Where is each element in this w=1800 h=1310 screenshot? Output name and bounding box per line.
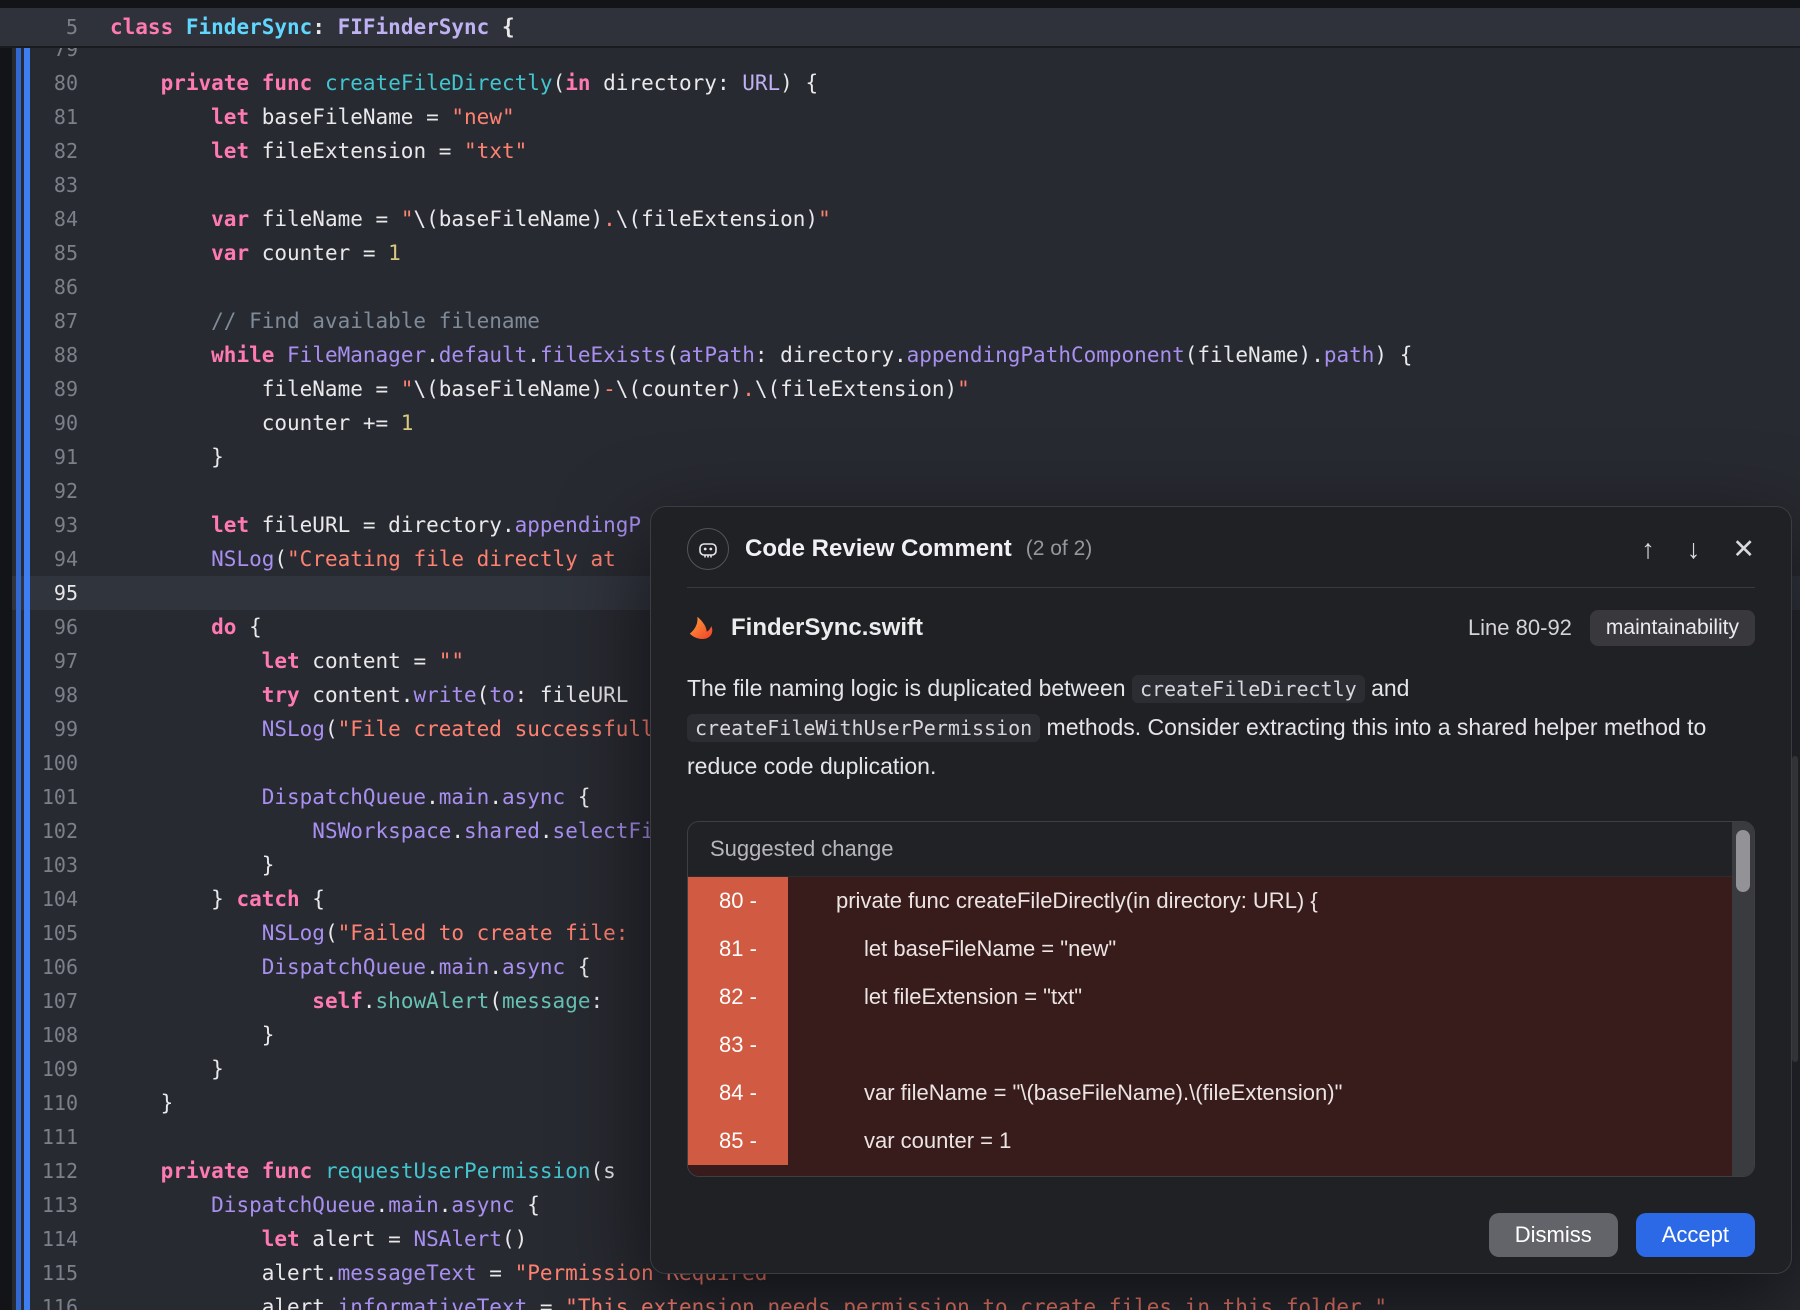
change-indicator-bar: [16, 46, 21, 1310]
code-text: private func createFileDirectly(in direc…: [78, 66, 818, 100]
code-text: self.showAlert(message:: [78, 984, 616, 1018]
code-text: counter += 1: [78, 406, 413, 440]
code-text: try content.write(to: fileURL: [78, 678, 628, 712]
file-name: FinderSync.swift: [731, 614, 923, 642]
diff-deleted-line: 80 -private func createFileDirectly(in d…: [688, 877, 1754, 925]
code-text: let baseFileName = "new": [78, 100, 515, 134]
line-range: Line 80-92: [1468, 615, 1572, 641]
swift-logo-icon: [687, 613, 717, 643]
code-text: NSWorkspace.shared.selectFil: [78, 814, 666, 848]
accept-button[interactable]: Accept: [1636, 1213, 1755, 1257]
next-comment-button[interactable]: ↓: [1687, 534, 1701, 565]
diff-line-text: let fileExtension = "txt": [788, 973, 1082, 1021]
code-line[interactable]: 92: [0, 474, 1800, 508]
code-text: let content = "": [78, 644, 464, 678]
editor-scrollbar-thumb[interactable]: [1792, 756, 1798, 1062]
diff-line-number: 84 -: [688, 1069, 788, 1117]
category-badge: maintainability: [1590, 610, 1755, 646]
code-text: let fileURL = directory.appendingP: [78, 508, 641, 542]
code-text: do {: [78, 610, 262, 644]
code-text: }: [78, 1086, 173, 1120]
change-indicator-bar: [24, 46, 30, 1310]
code-review-dialog: Code Review Comment (2 of 2) ↑ ↓ ✕ Finde…: [650, 506, 1792, 1274]
diff-view: 80 -private func createFileDirectly(in d…: [688, 877, 1754, 1176]
sticky-scope-header[interactable]: 5 class FinderSync: FIFinderSync {: [0, 8, 1800, 48]
inline-code: createFileDirectly: [1132, 675, 1365, 703]
code-line[interactable]: 116 alert.informativeText = "This extens…: [0, 1290, 1800, 1310]
code-line[interactable]: 90 counter += 1: [0, 406, 1800, 440]
code-text: fileName = "\(baseFileName)-\(counter).\…: [78, 372, 970, 406]
code-text: let fileExtension = "txt": [78, 134, 527, 168]
suggested-change-panel: Suggested change 80 -private func create…: [687, 821, 1755, 1177]
code-line[interactable]: 82 let fileExtension = "txt": [0, 134, 1800, 168]
code-text: }: [78, 440, 224, 474]
review-bot-icon: [687, 528, 729, 570]
code-line[interactable]: 85 var counter = 1: [0, 236, 1800, 270]
editor-window: 7980 private func createFileDirectly(in …: [0, 0, 1800, 1310]
code-text: while FileManager.default.fileExists(atP…: [78, 338, 1412, 372]
line-number: 5: [0, 15, 78, 39]
diff-line-number: 83 -: [688, 1021, 788, 1069]
dialog-header: Code Review Comment (2 of 2) ↑ ↓ ✕: [687, 523, 1755, 575]
code-line[interactable]: 88 while FileManager.default.fileExists(…: [0, 338, 1800, 372]
diff-line-number: 85 -: [688, 1117, 788, 1165]
diff-line-number: 80 -: [688, 877, 788, 925]
code-line[interactable]: 83: [0, 168, 1800, 202]
editor-left-margin: [0, 0, 12, 1310]
diff-line-number: 81 -: [688, 925, 788, 973]
code-text: NSLog("Creating file directly at: [78, 542, 628, 576]
code-text: var fileName = "\(baseFileName).\(fileEx…: [78, 202, 831, 236]
diff-line-text: private func createFileDirectly(in direc…: [788, 877, 1318, 925]
code-text: NSLog("File created successfull: [78, 712, 654, 746]
dialog-title: Code Review Comment: [745, 535, 1012, 563]
code-line[interactable]: 87 // Find available filename: [0, 304, 1800, 338]
diff-deleted-line: 85 -var counter = 1: [688, 1117, 1754, 1165]
diff-line-number: 82 -: [688, 973, 788, 1021]
code-text: private func requestUserPermission(s: [78, 1154, 616, 1188]
code-text: DispatchQueue.main.async {: [78, 950, 591, 984]
code-text: var counter = 1: [78, 236, 401, 270]
dismiss-button[interactable]: Dismiss: [1489, 1213, 1618, 1257]
review-comment-text: The file naming logic is duplicated betw…: [687, 669, 1755, 786]
code-line[interactable]: 89 fileName = "\(baseFileName)-\(counter…: [0, 372, 1800, 406]
code-line[interactable]: 86: [0, 270, 1800, 304]
code-text: }: [78, 1018, 274, 1052]
window-top-strip: [0, 0, 1800, 8]
header-divider: [687, 587, 1755, 588]
diff-line-text: [788, 1021, 808, 1069]
previous-comment-button[interactable]: ↑: [1641, 534, 1655, 565]
comment-counter: (2 of 2): [1026, 537, 1093, 561]
sticky-code: class FinderSync: FIFinderSync {: [78, 10, 515, 44]
diff-deleted-line: 81 -let baseFileName = "new": [688, 925, 1754, 973]
code-line[interactable]: 84 var fileName = "\(baseFileName).\(fil…: [0, 202, 1800, 236]
code-text: alert.informativeText = "This extension …: [78, 1290, 1387, 1310]
code-line[interactable]: 80 private func createFileDirectly(in di…: [0, 66, 1800, 100]
code-text: DispatchQueue.main.async {: [78, 1188, 540, 1222]
code-text: }: [78, 848, 274, 882]
diff-deleted-line: 82 -let fileExtension = "txt": [688, 973, 1754, 1021]
diff-deleted-line: 84 -var fileName = "\(baseFileName).\(fi…: [688, 1069, 1754, 1117]
code-line[interactable]: 81 let baseFileName = "new": [0, 100, 1800, 134]
suggested-change-label: Suggested change: [688, 822, 1754, 877]
code-text: } catch {: [78, 882, 325, 916]
code-text: }: [78, 1052, 224, 1086]
diff-line-text: var fileName = "\(baseFileName).\(fileEx…: [788, 1069, 1342, 1117]
code-text: DispatchQueue.main.async {: [78, 780, 591, 814]
diff-line-text: let baseFileName = "new": [788, 925, 1116, 973]
file-row: FinderSync.swift Line 80-92 maintainabil…: [687, 605, 1755, 651]
diff-scrollbar-thumb[interactable]: [1736, 830, 1750, 892]
code-text: NSLog("Failed to create file:: [78, 916, 641, 950]
diff-line-text: var counter = 1: [788, 1117, 1011, 1165]
inline-code: createFileWithUserPermission: [687, 714, 1040, 742]
code-text: let alert = NSAlert(): [78, 1222, 527, 1256]
code-text: // Find available filename: [78, 304, 540, 338]
close-icon[interactable]: ✕: [1732, 534, 1755, 565]
code-line[interactable]: 91 }: [0, 440, 1800, 474]
diff-deleted-line: 83 -: [688, 1021, 1754, 1069]
